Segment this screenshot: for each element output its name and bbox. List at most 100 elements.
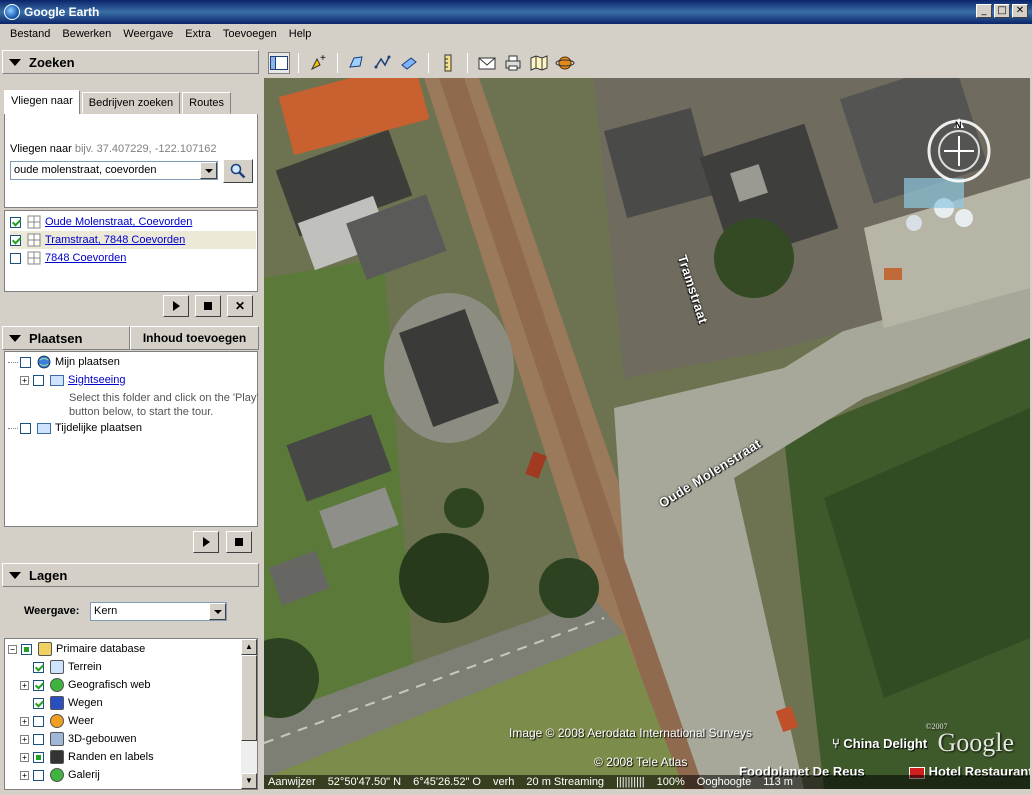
clear-results-button[interactable]: ✕ <box>227 295 253 317</box>
result-label[interactable]: 7848 Coevorden <box>45 252 126 264</box>
poi-label[interactable]: ⑂ China Delight <box>832 736 927 751</box>
sky-button[interactable] <box>554 52 576 74</box>
play-tour-button[interactable] <box>163 295 189 317</box>
result-checkbox[interactable] <box>10 216 21 228</box>
close-button[interactable]: ✕ <box>1012 4 1028 18</box>
add-placemark-button[interactable]: + <box>307 52 329 74</box>
layer-item[interactable]: + Randen en labels <box>20 748 154 766</box>
expand-icon[interactable]: + <box>20 752 29 762</box>
add-polygon-button[interactable] <box>346 52 368 74</box>
layer-checkbox[interactable] <box>33 661 44 673</box>
add-image-overlay-button[interactable] <box>398 52 420 74</box>
tab-routes[interactable]: Routes <box>182 92 232 114</box>
play-tour-button[interactable] <box>193 531 219 553</box>
layer-item[interactable]: − Primaire database <box>8 640 145 658</box>
collapse-triangle-icon[interactable] <box>9 334 21 342</box>
view-label: Weergave: <box>24 605 80 617</box>
map-view[interactable]: N Tramstraat Oude Molenstraat Image © 20… <box>264 78 1030 789</box>
chevron-down-icon <box>204 168 213 173</box>
sightseeing-checkbox[interactable] <box>33 374 44 386</box>
print-button[interactable] <box>502 52 524 74</box>
stop-button[interactable] <box>195 295 221 317</box>
poi-china-delight[interactable]: China Delight <box>843 736 927 751</box>
layer-item[interactable]: +3D-gebouwen <box>20 730 137 748</box>
search-panel-header[interactable]: Zoeken <box>2 50 259 74</box>
google-maps-button[interactable] <box>528 52 550 74</box>
layers-scrollbar[interactable]: ▲ ▼ <box>241 639 257 789</box>
menu-bestand[interactable]: Bestand <box>4 28 56 40</box>
collapse-triangle-icon[interactable] <box>9 571 21 579</box>
scroll-thumb[interactable] <box>241 655 257 741</box>
layer-checkbox[interactable] <box>21 643 32 655</box>
folder-icon <box>50 660 64 674</box>
layer-item[interactable]: +Terrein <box>20 658 102 676</box>
menu-extra[interactable]: Extra <box>179 28 217 40</box>
expand-icon[interactable]: + <box>20 734 29 744</box>
imagery-credit: Image © 2008 Aerodata International Surv… <box>509 726 752 740</box>
longitude-readout: 6°45'26.52" O <box>413 776 481 788</box>
search-result-item[interactable]: Tramstraat, 7848 Coevorden <box>10 231 256 249</box>
search-button[interactable] <box>223 159 253 183</box>
layer-checkbox[interactable] <box>33 697 44 709</box>
layer-label: Primaire database <box>56 643 146 655</box>
expand-icon[interactable]: − <box>8 644 17 654</box>
sidebar-toggle-button[interactable] <box>268 52 290 74</box>
search-result-item[interactable]: Oude Molenstraat, Coevorden <box>10 213 192 231</box>
ruler-icon <box>444 54 452 72</box>
view-dropdown[interactable] <box>209 603 226 620</box>
layer-checkbox[interactable] <box>33 751 44 763</box>
menu-toevoegen[interactable]: Toevoegen <box>217 28 283 40</box>
search-hint-label: Vliegen naar <box>10 143 72 155</box>
stop-button[interactable] <box>226 531 252 553</box>
layer-checkbox[interactable] <box>33 733 44 745</box>
layer-checkbox[interactable] <box>33 715 44 727</box>
places-item-sightseeing[interactable]: + Sightseeing <box>20 371 126 389</box>
places-item-temporary[interactable]: Tijdelijke plaatsen <box>8 419 142 437</box>
result-checkbox[interactable] <box>10 234 21 246</box>
layer-item[interactable]: + Galerij <box>20 766 100 784</box>
menu-help[interactable]: Help <box>283 28 318 40</box>
expand-icon[interactable]: + <box>20 716 29 726</box>
layer-item[interactable]: + Geografisch web <box>20 676 151 694</box>
layer-item[interactable]: +Wegen <box>20 694 103 712</box>
sightseeing-label[interactable]: Sightseeing <box>68 374 126 386</box>
layer-label: Weer <box>68 715 95 727</box>
add-content-button[interactable]: Inhoud toevoegen <box>130 326 259 350</box>
placemark-add-icon: + <box>310 53 326 71</box>
result-label[interactable]: Tramstraat, 7848 Coevorden <box>45 234 185 246</box>
navigation-compass[interactable]: N <box>924 116 994 186</box>
menu-weergave[interactable]: Weergave <box>117 28 179 40</box>
places-item-my-places[interactable]: Mijn plaatsen <box>8 353 120 371</box>
places-panel-header[interactable]: Plaatsen <box>2 326 130 350</box>
placemark-icon <box>27 251 41 265</box>
expand-icon[interactable]: + <box>20 375 29 385</box>
building-icon <box>50 732 64 746</box>
collapse-triangle-icon[interactable] <box>9 58 21 66</box>
tab-bedrijven-zoeken[interactable]: Bedrijven zoeken <box>81 92 181 114</box>
view-select[interactable]: Kern <box>90 602 227 621</box>
folder-icon <box>50 374 64 386</box>
menu-bewerken[interactable]: Bewerken <box>56 28 117 40</box>
add-path-button[interactable] <box>372 52 394 74</box>
scroll-up-arrow[interactable]: ▲ <box>241 639 257 655</box>
expand-icon[interactable]: + <box>20 680 29 690</box>
search-input[interactable]: oude molenstraat, coevorden <box>10 161 218 180</box>
scroll-down-arrow[interactable]: ▼ <box>241 773 257 789</box>
layer-checkbox[interactable] <box>33 769 44 781</box>
ruler-button[interactable] <box>437 52 459 74</box>
search-result-item[interactable]: 7848 Coevorden <box>10 249 126 267</box>
envelope-icon <box>478 57 496 70</box>
temporary-checkbox[interactable] <box>20 422 31 434</box>
result-label[interactable]: Oude Molenstraat, Coevorden <box>45 216 192 228</box>
minimize-button[interactable]: _ <box>976 4 992 18</box>
result-checkbox[interactable] <box>10 252 21 264</box>
my-places-checkbox[interactable] <box>20 356 31 368</box>
tab-vliegen-naar[interactable]: Vliegen naar <box>4 90 80 114</box>
layers-panel-header[interactable]: Lagen <box>2 563 259 587</box>
expand-icon[interactable]: + <box>20 770 29 780</box>
layer-item[interactable]: + Weer <box>20 712 94 730</box>
layer-checkbox[interactable] <box>33 679 44 691</box>
email-button[interactable] <box>476 52 498 74</box>
maximize-button[interactable]: □ <box>994 4 1010 18</box>
search-history-dropdown[interactable] <box>200 162 217 179</box>
